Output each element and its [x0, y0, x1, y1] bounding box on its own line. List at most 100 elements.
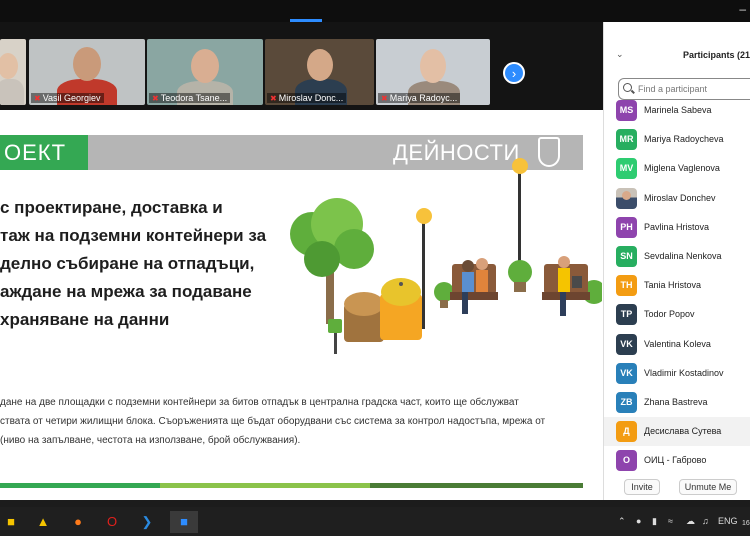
park-waste-containers-illustration [290, 158, 602, 354]
muted-mic-icon: ✖ [34, 94, 41, 103]
participant-name: Miglena Vaglenova [644, 163, 720, 174]
video-tile[interactable]: ✖ Miroslav Donc... [265, 39, 374, 105]
participant-name: Todor Popov [644, 309, 695, 320]
participant-name-tag: ✖ Miroslav Donc... [267, 93, 347, 103]
next-page-arrow-icon[interactable]: › [503, 62, 525, 84]
participant-row[interactable]: Miroslav Donchev [604, 184, 750, 213]
slide-description-line: дане на две площадки с подземни контейне… [0, 397, 519, 408]
clock[interactable]: 16 [742, 520, 750, 527]
participant-name-tag: ✖ Teodora Tsane... [149, 93, 231, 103]
participant-name: ОИЦ - Габрово [644, 455, 707, 466]
participants-footer: Invite Unmute Me [604, 474, 750, 500]
slide-title-line: храняване на данни [0, 310, 170, 329]
slide-title-line: аждане на мрежа за подаване [0, 282, 252, 301]
search-icon [623, 83, 632, 92]
participant-row[interactable]: ZB Zhana Bastreva [604, 388, 750, 417]
slide-description-line: ствата от четири жилищни блока. Съоръжен… [0, 416, 546, 427]
participant-row[interactable]: VK Vladimir Kostadinov [604, 359, 750, 388]
slide-title: с проектиране, доставка и таж на подземн… [0, 194, 290, 334]
slide-footer-bar [0, 483, 160, 488]
avatar: TH [616, 275, 637, 297]
slide-footer-bar [370, 483, 583, 488]
participant-row[interactable]: TH Tania Hristova [604, 271, 750, 300]
avatar: Д [616, 421, 637, 443]
avatar [616, 187, 637, 209]
unmute-me-button[interactable]: Unmute Me [679, 479, 737, 495]
slide-title-line: делно събиране на отпадъци, [0, 254, 255, 273]
person-head [420, 49, 446, 83]
participant-name: Vladimir Kostadinov [644, 367, 724, 378]
firefox-icon[interactable]: ● [67, 511, 89, 533]
invite-button[interactable]: Invite [624, 479, 660, 495]
participant-row[interactable]: PH Pavlina Hristova [604, 213, 750, 242]
video-tile[interactable] [0, 39, 26, 105]
windows-taskbar: ■ ▲ ● O ❯ ■ ⌃ ● ▮ ≈ ☁ ♫ ENG 16 [0, 507, 750, 536]
participant-row[interactable]: VK Valentina Koleva [604, 330, 750, 359]
avatar: VK [616, 362, 637, 384]
vscode-icon[interactable]: ❯ [136, 511, 158, 533]
participant-name: Sevdalina Nenkova [644, 250, 722, 261]
participant-name: Zhana Bastreva [644, 396, 708, 407]
network-icon[interactable]: ≈ [668, 516, 673, 526]
participants-panel: ⌄ Participants (21 Find a participant MS… [603, 22, 750, 500]
video-thumbnail-strip: ✖ Vasil Georgiev ✖ Teodora Tsane... ✖ Miros… [0, 22, 603, 110]
window-titlebar: – [0, 0, 750, 22]
person-head [191, 49, 219, 83]
volume-icon[interactable]: ♫ [702, 516, 709, 526]
participant-name: Десислава Сутева [644, 426, 722, 437]
muted-mic-icon: ✖ [270, 94, 277, 103]
participant-row[interactable]: MR Mariya Radoycheva [604, 125, 750, 154]
search-placeholder: Find a participant [638, 84, 708, 94]
slide-title-line: таж на подземни контейнери за [0, 226, 267, 245]
avatar: PH [616, 216, 637, 238]
show-hidden-icons-icon[interactable]: ⌃ [618, 516, 626, 527]
participant-name: Tania Hristova [644, 280, 702, 291]
zoom-icon[interactable]: ■ [170, 511, 198, 533]
muted-mic-icon: ✖ [381, 94, 388, 103]
participant-name-tag: ✖ Vasil Georgiev [31, 93, 104, 103]
slide-description-line: (ниво на запълване, честота на използван… [0, 435, 301, 446]
participant-name: Mariya Radoycheva [644, 134, 724, 145]
file-explorer-icon[interactable]: ■ [0, 511, 22, 533]
participant-name: Miroslav Donchev [644, 192, 716, 203]
avatar: VK [616, 333, 637, 355]
participant-name: Marinela Sabeva [644, 105, 712, 115]
participants-header: ⌄ Participants (21 [604, 46, 750, 66]
avatar: TP [616, 304, 637, 326]
avatar: MS [616, 100, 637, 121]
participant-row[interactable]: Д Десислава Сутева [604, 417, 750, 447]
participant-name-tag: ✖ Mariya Radoyc... [378, 93, 461, 103]
participant-row[interactable]: MS Marinela Sabeva [604, 96, 750, 125]
avatar: MV [616, 158, 637, 180]
opera-icon[interactable]: O [101, 511, 123, 533]
avatar: ZB [616, 391, 637, 413]
participant-row[interactable]: TP Todor Popov [604, 300, 750, 329]
zoom-meeting-window: – ✖ Vasil Georgiev ✖ Teodora Tsane... ✖ Mir… [0, 0, 750, 536]
participant-name: Pavlina Hristova [644, 221, 710, 232]
participant-row[interactable]: SN Sevdalina Nenkova [604, 242, 750, 271]
avatar: SN [616, 245, 637, 267]
slide-footer-bar [160, 483, 370, 488]
battery-icon[interactable]: ▮ [652, 516, 657, 527]
input-language[interactable]: ENG [718, 516, 738, 526]
vlc-icon[interactable]: ▲ [32, 511, 54, 533]
video-tile[interactable]: ✖ Vasil Georgiev [29, 39, 145, 105]
participant-name: Valentina Koleva [644, 338, 711, 349]
person-head [73, 47, 101, 81]
slide-description: дане на две площадки с подземни контейне… [0, 393, 560, 450]
video-tile[interactable]: ✖ Teodora Tsane... [147, 39, 263, 105]
avatar: MR [616, 129, 637, 151]
video-tile[interactable]: ✖ Mariya Radoyc... [376, 39, 490, 105]
participant-row[interactable]: MV Miglena Vaglenova [604, 154, 750, 183]
participant-row[interactable]: O ОИЦ - Габрово [604, 446, 750, 475]
minimize-icon[interactable]: – [739, 2, 746, 16]
participants-list: MS Marinela Sabeva MR Mariya Radoycheva MV Mi… [604, 96, 750, 475]
shared-screen-slide: ОЕКТ ДЕЙНОСТИ с проектиране, доставка и … [0, 110, 603, 500]
slide-title-line: с проектиране, доставка и [0, 198, 223, 217]
muted-mic-icon: ✖ [152, 94, 159, 103]
microphone-icon[interactable]: ● [636, 516, 641, 526]
onedrive-icon[interactable]: ☁ [686, 516, 695, 527]
participants-title: Participants (21 [683, 50, 750, 60]
chevron-down-icon[interactable]: ⌄ [616, 49, 624, 60]
person-silhouette [0, 79, 24, 105]
